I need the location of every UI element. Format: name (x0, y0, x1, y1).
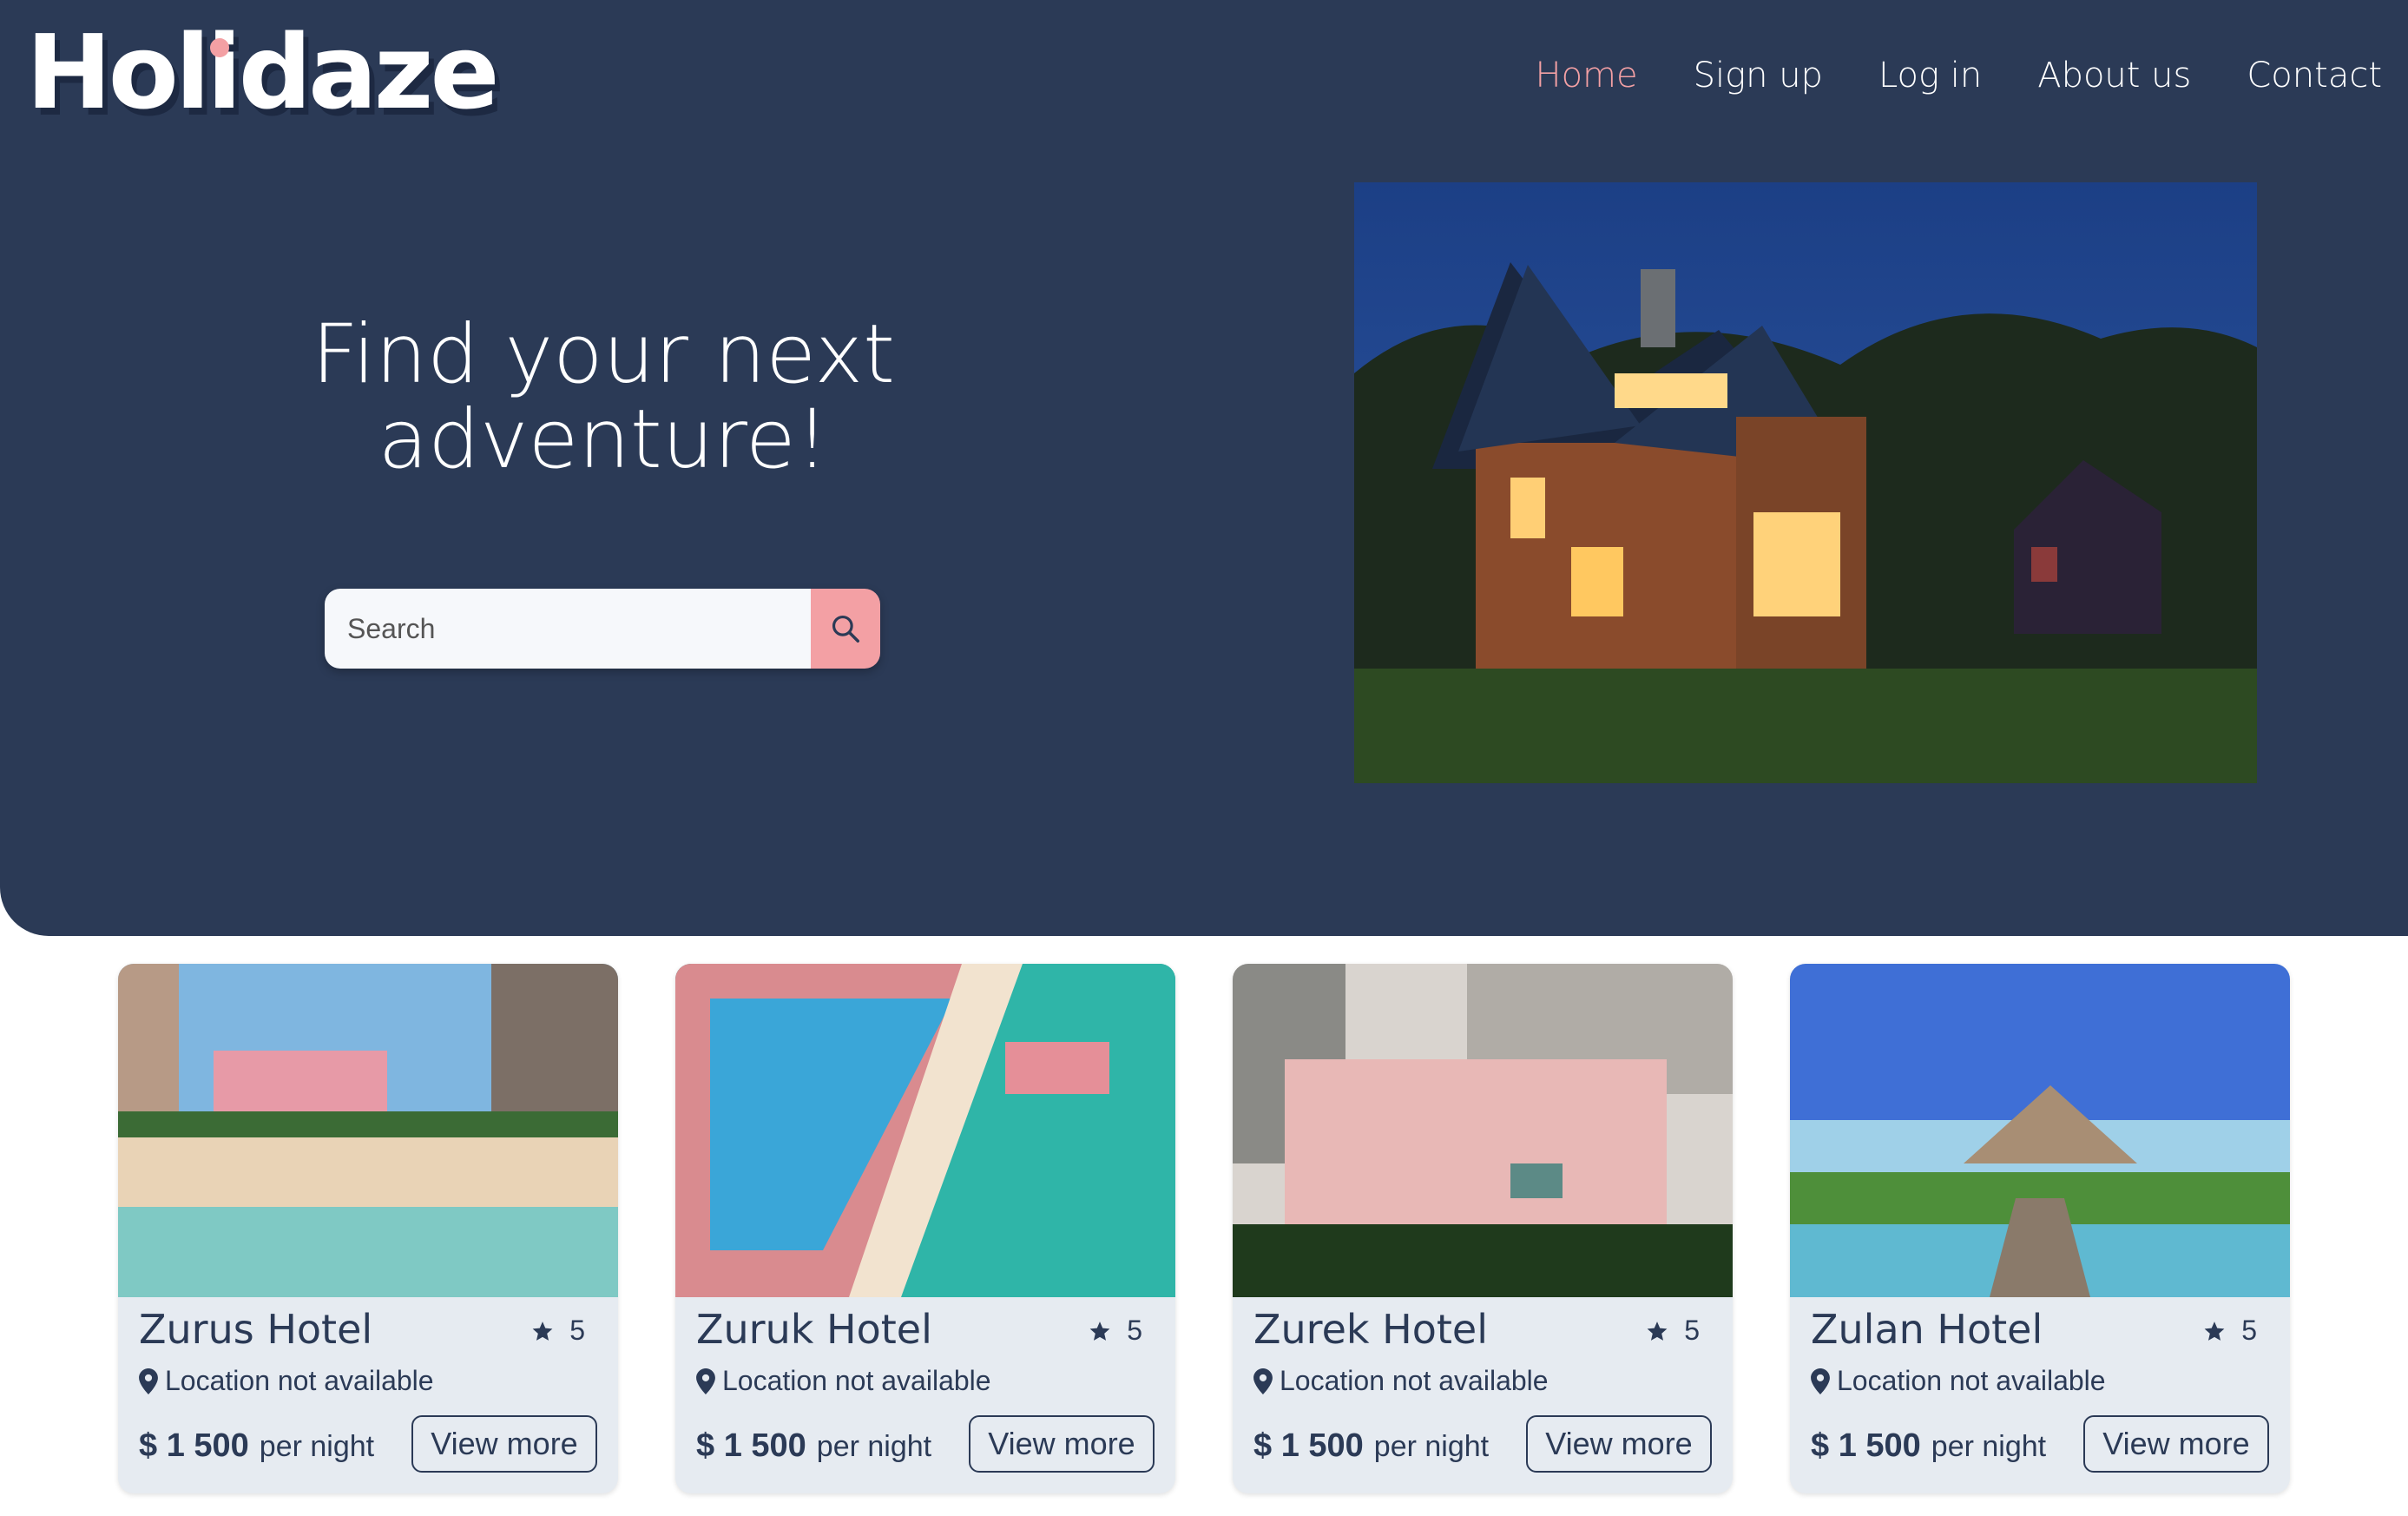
map-pin-icon (139, 1368, 158, 1394)
house-illustration (1354, 182, 2257, 783)
price-value: $ 1 500 (1253, 1427, 1364, 1464)
hero-headline: Find your next adventure! (217, 313, 990, 483)
hotel-location: Location not available (1253, 1365, 1549, 1397)
hotel-rating: 5 (531, 1315, 585, 1347)
map-pin-icon (696, 1368, 715, 1394)
price-unit: per night (816, 1430, 932, 1463)
view-more-button[interactable]: View more (411, 1415, 597, 1473)
holidaze-logo[interactable]: Holidaze (26, 12, 500, 132)
view-more-button[interactable]: View more (2083, 1415, 2269, 1473)
map-pin-icon (1811, 1368, 1830, 1394)
star-icon (1647, 1321, 1668, 1341)
hotel-photo (118, 964, 618, 1297)
hotel-location: Location not available (696, 1365, 991, 1397)
hotel-name: Zurek Hotel (1253, 1306, 1488, 1353)
hotel-rating: 5 (1646, 1315, 1700, 1347)
rating-value: 5 (1127, 1315, 1142, 1346)
hotel-photo (675, 964, 1175, 1297)
nav-home[interactable]: Home (1536, 56, 1638, 96)
hotel-price: $ 1 500 per night (139, 1427, 374, 1465)
nav-sign-up[interactable]: Sign up (1694, 56, 1823, 96)
price-unit: per night (259, 1430, 375, 1463)
search-button[interactable] (811, 589, 880, 669)
location-text: Location not available (1837, 1365, 2106, 1396)
price-value: $ 1 500 (1811, 1427, 1921, 1464)
rating-value: 5 (1684, 1315, 1700, 1346)
location-text: Location not available (165, 1365, 434, 1396)
hero-house-image (1354, 182, 2257, 783)
hero-section: Holidaze Home Sign up Log in About us Co… (0, 0, 2408, 936)
hotel-card[interactable]: Zulan Hotel 5 Location not available $ 1… (1790, 964, 2290, 1493)
view-more-button[interactable]: View more (1526, 1415, 1712, 1473)
nav-log-in[interactable]: Log in (1878, 56, 1982, 96)
location-text: Location not available (1280, 1365, 1549, 1396)
logo-text: Holidaze (26, 12, 500, 132)
hotel-card[interactable]: Zuruk Hotel 5 Location not available $ 1… (675, 964, 1175, 1493)
price-value: $ 1 500 (696, 1427, 806, 1464)
search-icon (832, 615, 859, 643)
logo-dot (210, 38, 229, 57)
search-input[interactable] (325, 589, 811, 669)
view-more-button[interactable]: View more (969, 1415, 1155, 1473)
hotel-photo (1790, 964, 2290, 1297)
rating-value: 5 (569, 1315, 585, 1346)
hotel-price: $ 1 500 per night (1253, 1427, 1489, 1465)
nav-contact[interactable]: Contact (2247, 56, 2382, 96)
headline-line-2: adventure! (378, 392, 829, 487)
map-pin-icon (1253, 1368, 1273, 1394)
hotel-cards: Zurus Hotel 5 Location not available $ 1… (118, 964, 2290, 1493)
hotel-photo (1233, 964, 1733, 1297)
hotel-name: Zuruk Hotel (696, 1306, 932, 1353)
hotel-location: Location not available (1811, 1365, 2106, 1397)
hotel-price: $ 1 500 per night (696, 1427, 931, 1465)
price-unit: per night (1373, 1430, 1490, 1463)
hotel-card[interactable]: Zurek Hotel 5 Location not available $ 1… (1233, 964, 1733, 1493)
star-icon (532, 1321, 553, 1341)
hotel-name: Zulan Hotel (1811, 1306, 2043, 1353)
hotel-rating: 5 (2203, 1315, 2257, 1347)
hotel-name: Zurus Hotel (139, 1306, 373, 1353)
price-unit: per night (1931, 1430, 2047, 1463)
hotel-rating: 5 (1089, 1315, 1142, 1347)
price-value: $ 1 500 (139, 1427, 249, 1464)
nav-about-us[interactable]: About us (2037, 56, 2191, 96)
location-text: Location not available (722, 1365, 991, 1396)
star-icon (1089, 1321, 1110, 1341)
star-icon (2204, 1321, 2225, 1341)
main-nav: Home Sign up Log in About us Contact (1536, 56, 2383, 96)
rating-value: 5 (2241, 1315, 2257, 1346)
hotel-location: Location not available (139, 1365, 434, 1397)
hotel-card[interactable]: Zurus Hotel 5 Location not available $ 1… (118, 964, 618, 1493)
headline-line-1: Find your next (312, 307, 895, 402)
search-bar (325, 589, 880, 669)
hotel-price: $ 1 500 per night (1811, 1427, 2046, 1465)
